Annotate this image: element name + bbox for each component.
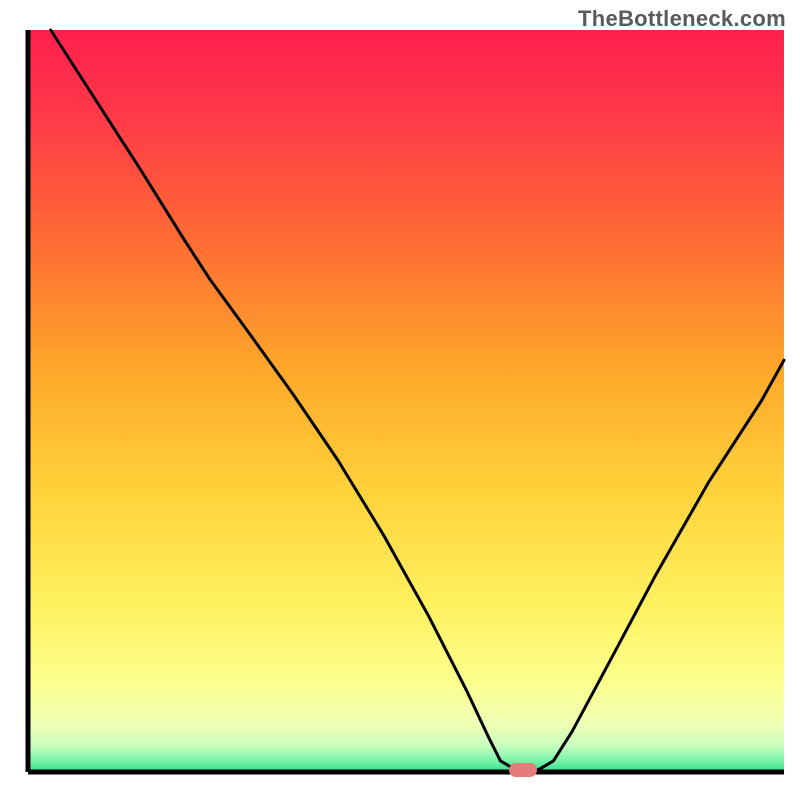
optimal-marker <box>509 763 537 777</box>
plot-svg <box>0 0 800 800</box>
gradient-background <box>28 30 784 772</box>
bottleneck-chart: TheBottleneck.com <box>0 0 800 800</box>
